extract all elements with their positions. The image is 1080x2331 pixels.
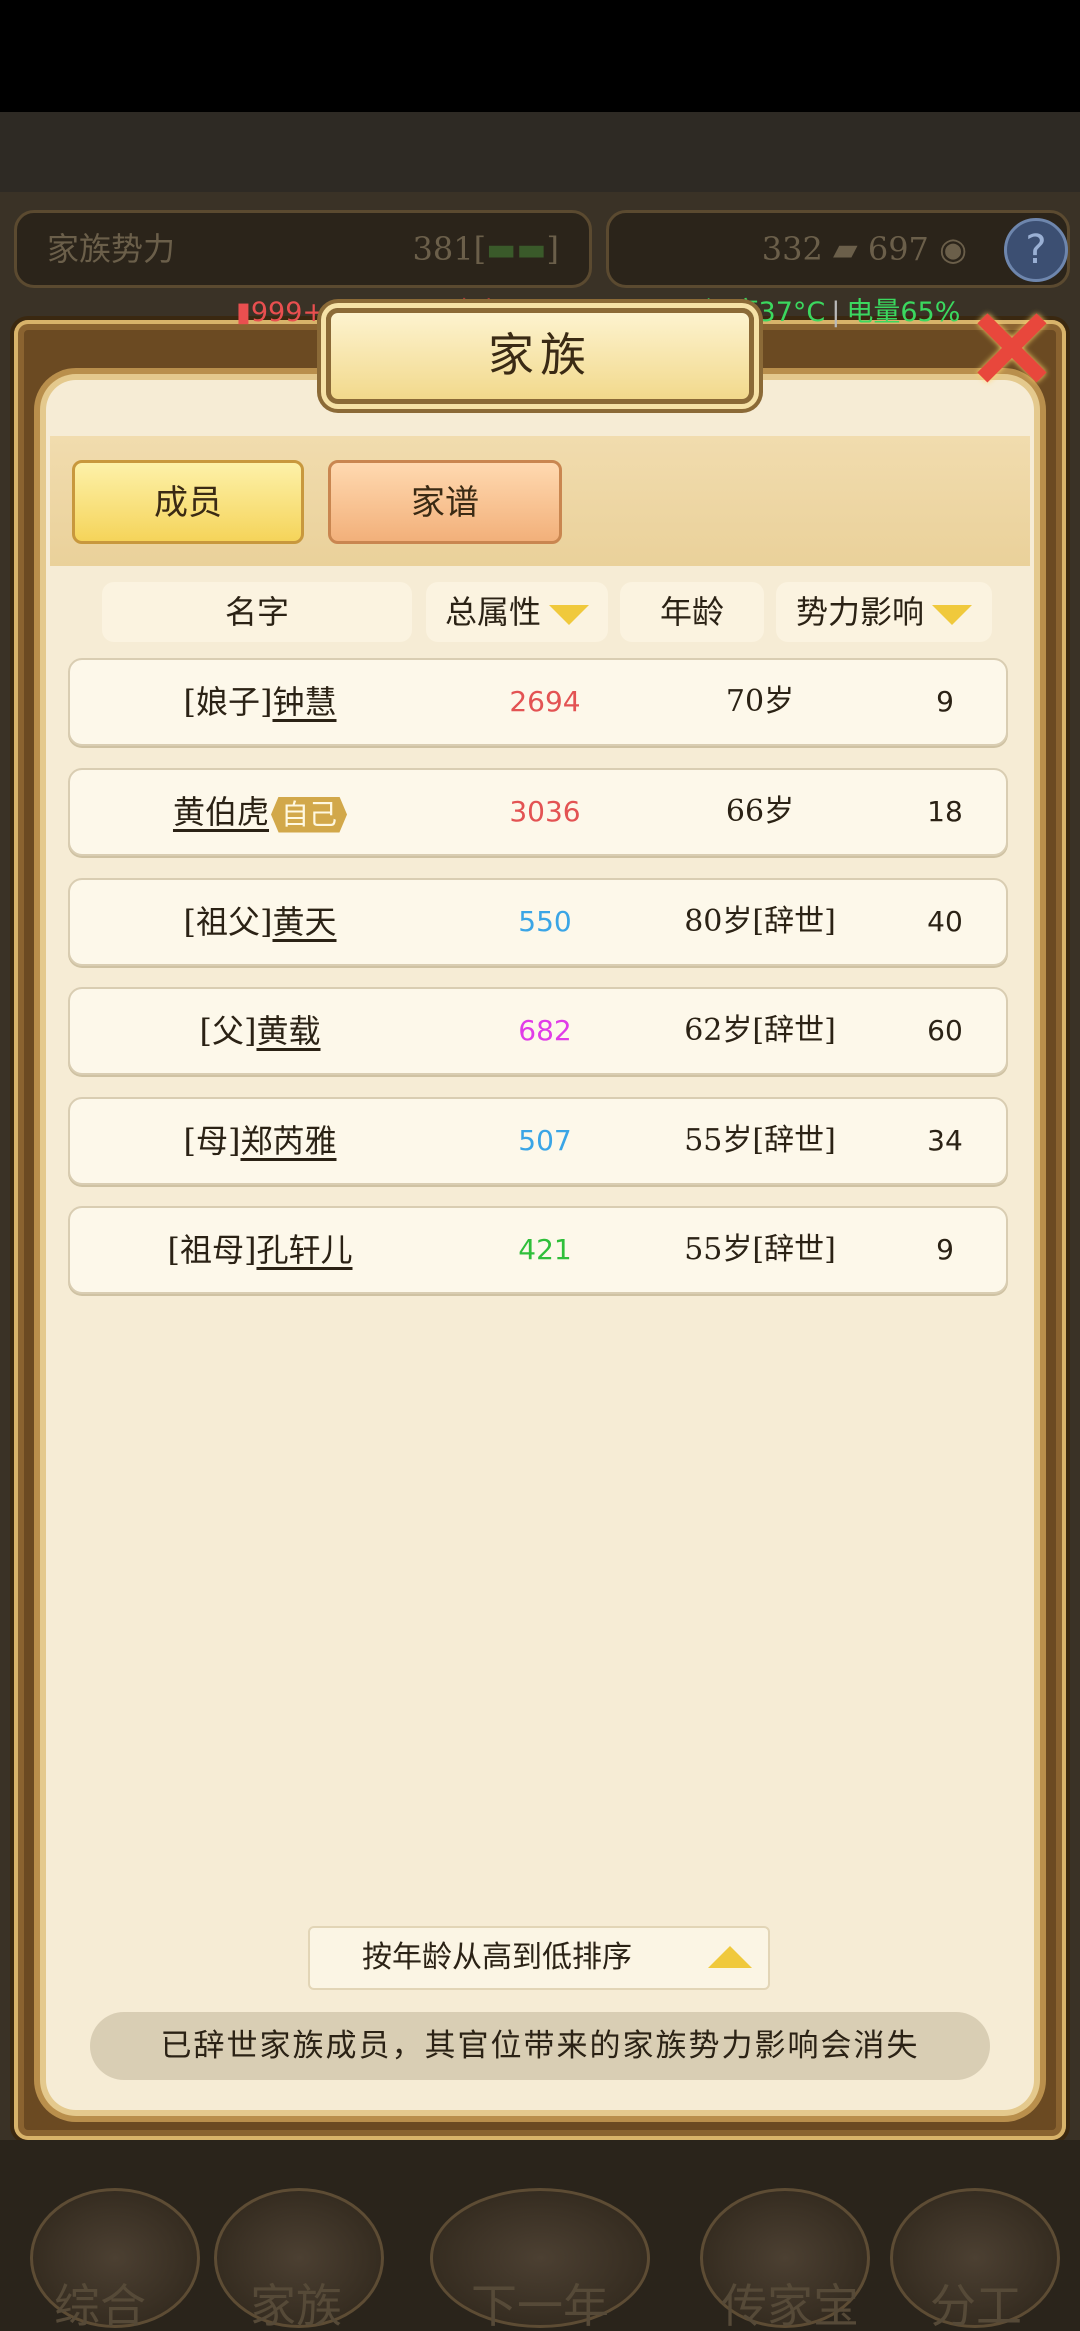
sort-order-label: 按年龄从高到低排序 (362, 1940, 632, 1975)
member-row[interactable]: [祖父]黄天 550 80岁[辞世] 40 (68, 878, 1008, 966)
nav-label-overview[interactable]: 综合 (0, 2270, 200, 2331)
member-age: 80岁[辞世] (684, 904, 836, 939)
member-name-link[interactable]: 郑芮雅 (240, 1122, 336, 1160)
member-power: 60 (927, 1014, 963, 1047)
member-role: [父] (199, 1012, 257, 1050)
help-button[interactable]: ? (1004, 218, 1068, 282)
self-badge: 自己 (271, 796, 348, 833)
nav-label-assign[interactable]: 分工 (876, 2270, 1076, 2331)
member-power: 40 (927, 905, 963, 938)
header-age-label: 年龄 (659, 593, 724, 631)
member-row[interactable]: [娘子]钟慧 2694 70岁 9 (68, 658, 1008, 746)
member-role: [娘子] (183, 683, 273, 721)
nav-label-heirloom[interactable]: 传家宝 (690, 2270, 890, 2331)
sort-up-icon (708, 1946, 752, 1968)
member-name-link[interactable]: 黄天 (272, 903, 336, 941)
member-attr: 2694 (509, 685, 581, 718)
member-role: [祖母] (167, 1231, 257, 1269)
member-attr: 550 (518, 905, 572, 938)
member-age: 55岁[辞世] (684, 1123, 836, 1158)
battery-value: 电量65% (846, 297, 961, 328)
member-role: [祖父] (183, 903, 273, 941)
family-power-label: 家族势力 (47, 230, 176, 268)
sort-order-button[interactable]: 按年龄从高到低排序 (308, 1926, 770, 1990)
deceased-note: 已辞世家族成员，其官位带来的家族势力影响会消失 (90, 2012, 990, 2080)
sort-down-icon (932, 604, 972, 625)
member-row[interactable]: [祖母]孔轩儿 421 55岁[辞世] 9 (68, 1206, 1008, 1294)
member-power: 9 (936, 1233, 954, 1266)
currency-value: 332 (761, 230, 823, 268)
member-name-link[interactable]: 黄载 (256, 1012, 320, 1050)
member-name-link[interactable]: 孔轩儿 (256, 1231, 352, 1269)
member-attr: 507 (518, 1124, 572, 1157)
member-power: 18 (927, 795, 963, 828)
member-age: 66岁 (725, 794, 795, 829)
member-age: 62岁[辞世] (684, 1013, 836, 1048)
member-role: [母] (183, 1122, 241, 1160)
signal-value: 999+ (250, 297, 326, 328)
member-age: 70岁 (725, 684, 795, 719)
member-name-link[interactable]: 钟慧 (272, 683, 336, 721)
member-row[interactable]: [母]郑芮雅 507 55岁[辞世] 34 (68, 1097, 1008, 1185)
nav-label-next-year[interactable]: 下一年 (420, 2270, 660, 2331)
signal-icon: ▮ (236, 297, 251, 328)
family-power-value: 381[▬▬] (412, 230, 559, 268)
member-power: 9 (936, 685, 954, 718)
member-age: 55岁[辞世] (684, 1232, 836, 1267)
member-name-link[interactable]: 黄伯虎 (173, 793, 269, 831)
close-button[interactable]: ✕ (952, 295, 1072, 410)
coin-icon: ◉ (939, 230, 967, 268)
member-attr: 3036 (509, 795, 581, 828)
silver-icon: ▰ (833, 230, 858, 268)
header-name[interactable]: 名字 (102, 582, 412, 642)
nav-label-family[interactable]: 家族 (196, 2270, 396, 2331)
header-power-sort[interactable]: 势力影响 (776, 582, 992, 642)
background-strip (0, 112, 1080, 192)
member-row[interactable]: [父]黄载 682 62岁[辞世] 60 (68, 987, 1008, 1075)
sort-down-icon (549, 604, 589, 625)
member-row[interactable]: 黄伯虎 自己 3036 66岁 18 (68, 768, 1008, 856)
dialog-title: 家族 (326, 308, 754, 404)
status-bar (0, 0, 1080, 112)
currency-bar: 332 ▰ 697 ◉ (606, 210, 1070, 288)
member-attr: 421 (518, 1233, 572, 1266)
tab-family-tree[interactable]: 家谱 (328, 460, 562, 544)
header-age[interactable]: 年龄 (620, 582, 764, 642)
header-attr-label: 总属性 (444, 593, 541, 631)
tab-members[interactable]: 成员 (72, 460, 304, 544)
header-power-label: 势力影响 (795, 593, 924, 631)
header-name-label: 名字 (224, 593, 289, 631)
currency-value-2: 697 (867, 230, 929, 268)
member-attr: 682 (518, 1014, 572, 1047)
member-power: 34 (927, 1124, 963, 1157)
family-power-bar: 家族势力 381[▬▬] (14, 210, 592, 288)
header-attr-sort[interactable]: 总属性 (426, 582, 608, 642)
